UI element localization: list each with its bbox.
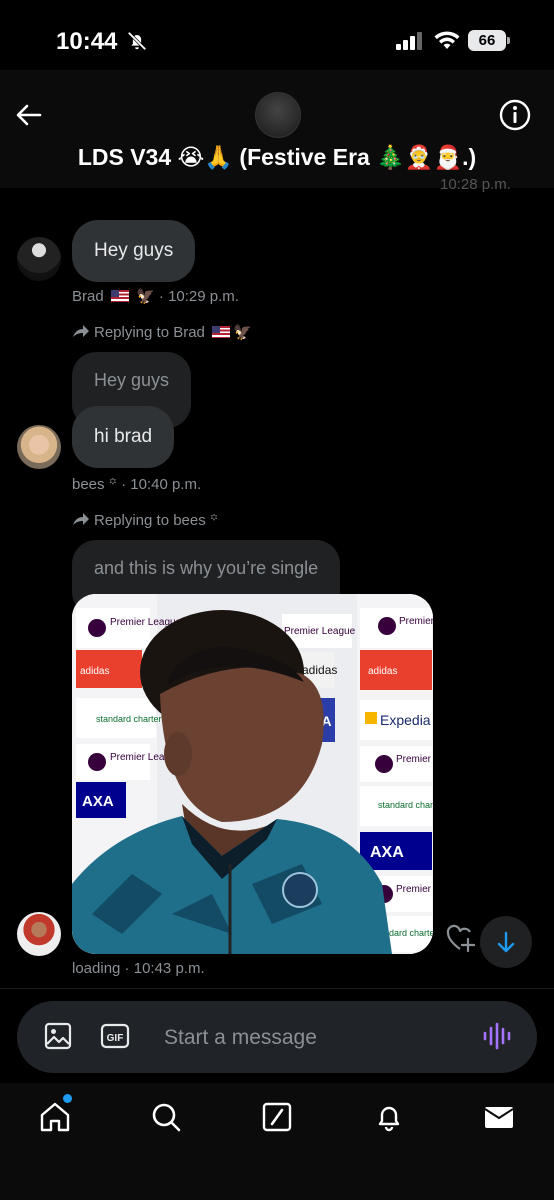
message-meta: bees ꙳ · 10:40 p.m.	[72, 476, 202, 493]
board-text: AXA	[82, 793, 114, 810]
back-arrow-icon[interactable]	[14, 100, 44, 130]
composer-divider	[0, 988, 554, 989]
status-time: 10:44	[56, 28, 118, 55]
scroll-to-bottom-button[interactable]	[480, 916, 532, 968]
interview-scene: Premier League adidas standard chartered…	[72, 594, 433, 954]
reply-arrow-icon	[73, 513, 89, 525]
reply-context[interactable]: Replying to bees ꙳	[72, 510, 218, 530]
bell-off-icon	[127, 31, 147, 51]
gif-icon[interactable]: GIF	[100, 1022, 130, 1050]
board-text: adidas	[368, 666, 397, 677]
message-bubble[interactable]: hi brad	[72, 406, 175, 468]
svg-text:GIF: GIF	[107, 1033, 124, 1044]
notification-dot	[63, 1094, 72, 1103]
home-icon[interactable]	[38, 1100, 72, 1134]
avatar-bees[interactable]	[17, 425, 61, 469]
reply-arrow-icon	[73, 325, 89, 337]
board-text: standard chartered	[378, 800, 433, 810]
arrow-down-icon	[497, 931, 515, 953]
message-meta: loading · 10:43 p.m.	[72, 960, 205, 977]
video-thumbnail[interactable]: Premier League adidas standard chartered…	[72, 594, 433, 954]
heart-plus-icon[interactable]	[444, 922, 478, 956]
conversation-title[interactable]: LDS V34 😭🙏 (Festive Era 🎄🤶🎅.)	[0, 144, 554, 171]
grok-icon[interactable]	[260, 1100, 294, 1134]
sender-name: Brad	[72, 288, 104, 305]
board-text: Premier League	[396, 754, 433, 765]
board-text: Premier League	[399, 616, 433, 627]
timestamp: 10:29 p.m.	[168, 288, 239, 305]
battery-icon	[507, 37, 510, 44]
voice-message-icon[interactable]	[482, 1021, 512, 1051]
message-input[interactable]	[162, 1018, 466, 1058]
wifi-icon	[434, 31, 460, 49]
battery-level: 66	[468, 30, 506, 51]
timestamp: 10:43 p.m.	[133, 960, 205, 977]
reply-label: Replying to Brad	[94, 324, 205, 341]
board-text: standard chartered	[96, 714, 172, 724]
info-icon[interactable]	[498, 98, 532, 132]
board-text: Premier League	[396, 884, 433, 895]
previous-timestamp: 10:28 p.m.	[440, 176, 511, 193]
board-text: adidas	[302, 663, 337, 677]
messages-icon[interactable]	[482, 1100, 516, 1134]
us-flag-icon	[110, 290, 129, 302]
message-bubble[interactable]: Hey guys	[72, 220, 196, 282]
group-avatar[interactable]	[255, 92, 301, 138]
search-icon[interactable]	[149, 1100, 183, 1134]
cellular-signal-icon	[396, 32, 422, 50]
avatar-loading[interactable]	[17, 912, 61, 956]
notifications-icon[interactable]	[372, 1100, 406, 1134]
image-icon[interactable]	[42, 1020, 74, 1052]
board-text: AXA	[370, 844, 404, 861]
board-text: Expedia	[380, 712, 431, 728]
us-flag-icon	[212, 326, 231, 338]
eagle-icon: 🦅	[233, 324, 252, 341]
avatar-brad[interactable]	[17, 237, 61, 281]
sender-name: bees ꙳	[72, 476, 117, 493]
eagle-icon: 🦅	[136, 288, 155, 305]
sender-name: loading	[72, 960, 121, 977]
board-text: Premier League	[284, 626, 356, 637]
message-meta: Brad 🦅 · 10:29 p.m.	[72, 288, 239, 305]
reply-context[interactable]: Replying to Brad 🦅	[72, 323, 252, 341]
reply-label: Replying to bees ꙳	[94, 512, 219, 529]
board-text: adidas	[80, 666, 109, 677]
timestamp: 10:40 p.m.	[130, 476, 202, 493]
